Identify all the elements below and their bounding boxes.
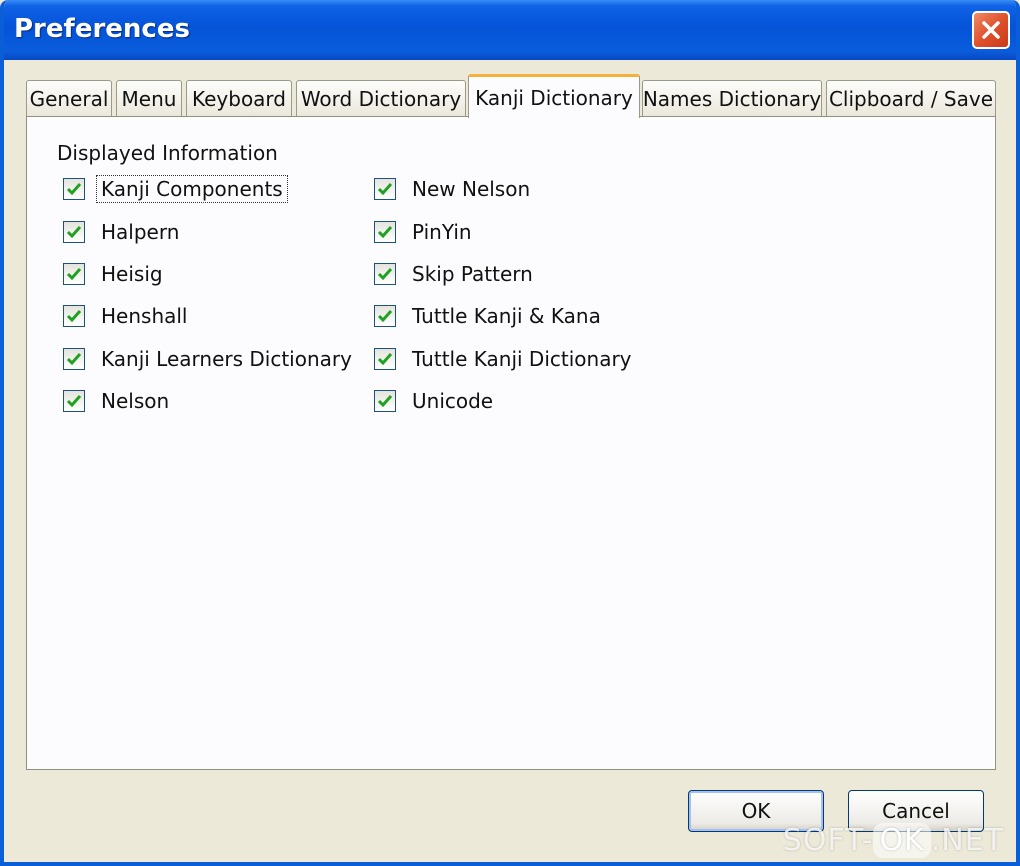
checkbox-box[interactable] (63, 263, 85, 285)
checkbox-label: Tuttle Kanji & Kana (412, 304, 601, 328)
checkbox-new-nelson[interactable]: New Nelson (374, 173, 534, 205)
watermark: SOFT- OK .NET (782, 823, 1004, 858)
checkbox-box[interactable] (63, 178, 85, 200)
checkbox-halpern[interactable]: Halpern (63, 216, 183, 248)
check-icon (377, 183, 393, 196)
checkbox-box[interactable] (374, 178, 396, 200)
checkbox-tuttle-kanji-kana[interactable]: Tuttle Kanji & Kana (374, 300, 605, 332)
check-icon (377, 353, 393, 366)
check-icon (66, 183, 82, 196)
tab-kanji-dictionary[interactable]: Kanji Dictionary (468, 74, 640, 118)
checkbox-skip-pattern[interactable]: Skip Pattern (374, 258, 537, 290)
check-icon (377, 226, 393, 239)
checkbox-label: Unicode (412, 389, 494, 413)
checkbox-kanji-learners-dictionary[interactable]: Kanji Learners Dictionary (63, 343, 356, 375)
close-button[interactable] (972, 11, 1010, 49)
checkbox-tuttle-kanji-dictionary[interactable]: Tuttle Kanji Dictionary (374, 343, 636, 375)
check-icon (66, 268, 82, 281)
checkbox-henshall[interactable]: Henshall (63, 300, 191, 332)
displayed-information-label: Displayed Information (57, 141, 278, 165)
title-bar[interactable]: Preferences (4, 0, 1016, 60)
tab-word-dictionary[interactable]: Word Dictionary (296, 80, 466, 116)
checkbox-label: Kanji Learners Dictionary (101, 347, 352, 371)
checkbox-box[interactable] (374, 390, 396, 412)
tab-menu[interactable]: Menu (116, 80, 182, 116)
checkbox-label: PinYin (412, 220, 472, 244)
check-icon (66, 353, 82, 366)
kanji-dictionary-panel: Displayed Information Kanji Components H… (26, 116, 996, 770)
checkbox-pinyin[interactable]: PinYin (374, 216, 476, 248)
check-icon (377, 268, 393, 281)
checkbox-heisig[interactable]: Heisig (63, 258, 167, 290)
checkbox-label: Heisig (101, 262, 163, 286)
window-title: Preferences (14, 14, 190, 44)
checkbox-box[interactable] (374, 221, 396, 243)
close-icon (982, 21, 1000, 39)
checkbox-nelson[interactable]: Nelson (63, 385, 173, 417)
checkbox-kanji-components[interactable]: Kanji Components (63, 173, 288, 205)
checkbox-box[interactable] (63, 348, 85, 370)
checkbox-label: Kanji Components (96, 175, 288, 203)
check-icon (377, 310, 393, 323)
tab-names-dictionary[interactable]: Names Dictionary (642, 80, 822, 116)
tab-keyboard[interactable]: Keyboard (186, 80, 292, 116)
check-icon (66, 310, 82, 323)
checkbox-label: New Nelson (412, 177, 531, 201)
checkbox-unicode[interactable]: Unicode (374, 385, 497, 417)
checkbox-box[interactable] (63, 305, 85, 327)
tab-clipboard-save[interactable]: Clipboard / Save (826, 80, 996, 116)
checkbox-label: Nelson (101, 389, 170, 413)
check-icon (377, 395, 393, 408)
check-icon (66, 226, 82, 239)
checkbox-label: Skip Pattern (412, 262, 533, 286)
preferences-window: Preferences General Menu Keyboard Word D… (0, 0, 1020, 866)
checkbox-box[interactable] (63, 390, 85, 412)
checkbox-box[interactable] (374, 348, 396, 370)
checkbox-box[interactable] (374, 263, 396, 285)
checkbox-label: Henshall (101, 304, 188, 328)
tab-general[interactable]: General (26, 80, 112, 116)
checkbox-box[interactable] (63, 221, 85, 243)
checkbox-box[interactable] (374, 305, 396, 327)
check-icon (66, 395, 82, 408)
checkbox-label: Tuttle Kanji Dictionary (412, 347, 632, 371)
checkbox-label: Halpern (101, 220, 180, 244)
